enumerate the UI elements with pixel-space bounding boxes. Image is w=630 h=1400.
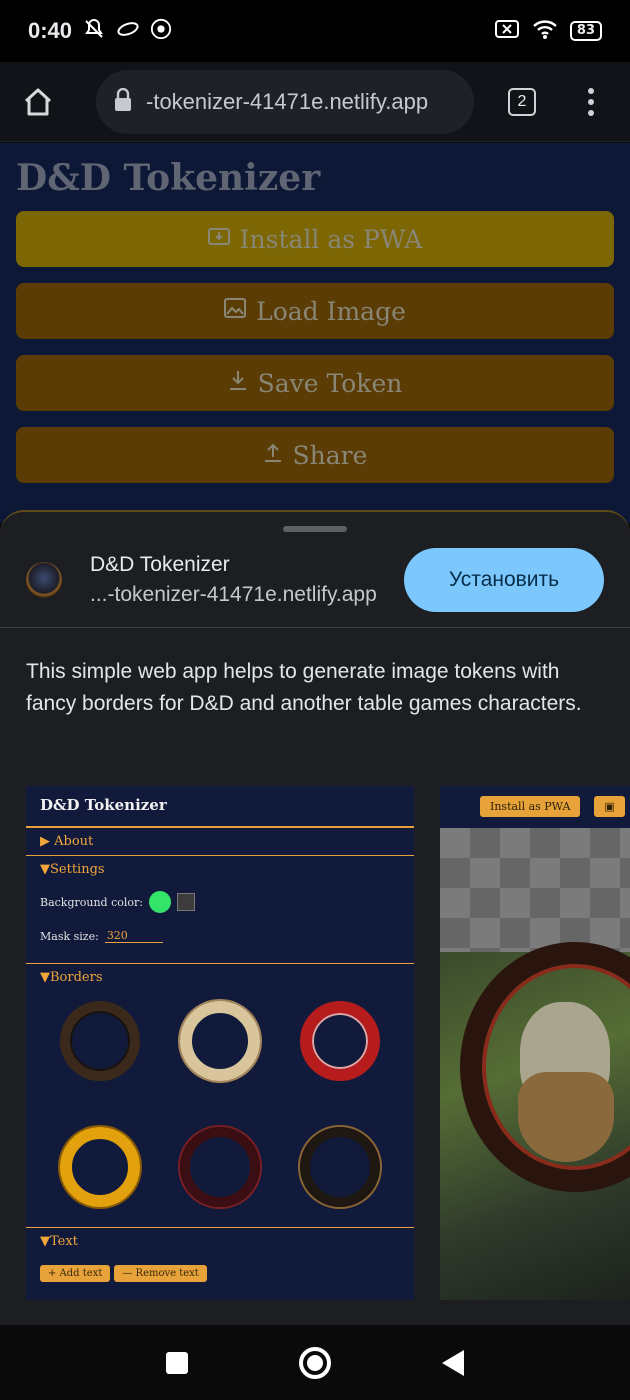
add-text-button: + Add text [40,1265,111,1282]
text-section: ▼Text [26,1227,414,1255]
overflow-menu-icon[interactable] [586,87,596,116]
mini-install-button: Install as PWA [480,795,581,817]
border-ring-ivory [180,1001,260,1081]
color-swatch-green [149,891,171,913]
app-description: This simple web app helps to generate im… [26,660,582,715]
borders-section: ▼Borders [40,970,103,985]
chrome-icon [150,18,172,45]
status-bar: 0:40 83 [0,0,630,62]
lock-icon[interactable] [114,87,132,116]
border-grid [26,991,414,1217]
mask-size-row: Mask size: 320 [26,921,414,964]
install-button[interactable]: Установить [404,547,604,612]
install-pwa-label: Install as PWA [239,224,423,254]
sim-off-icon [494,18,520,45]
screenshot-token-preview[interactable]: Install as PWA ▣ [440,786,630,1300]
home-icon[interactable] [18,82,58,122]
background-color-row: Background color: [26,883,414,921]
screenshot-title: D&D Tokenizer [26,786,414,828]
about-section: ▶ About [26,828,414,856]
mute-icon [82,17,106,46]
load-image-label: Load Image [256,296,406,326]
upload-icon [263,441,283,469]
recents-button[interactable] [165,1351,188,1374]
settings-label: Settings [50,862,105,877]
border-ring-red [300,1001,380,1081]
battery-icon: 83 [569,21,602,41]
status-time: 0:40 [28,18,73,43]
wifi-icon [532,18,558,45]
borders-label: Borders [50,970,103,985]
address-bar[interactable]: -tokenizer-41471e.netlify.app [96,69,474,134]
mask-size-label: Mask size: [40,929,99,943]
app-name: D&D Tokenizer [90,552,230,576]
url-text[interactable]: -tokenizer-41471e.netlify.app [146,89,428,115]
text-label: Text [50,1234,78,1249]
tab-switcher-button[interactable]: 2 [508,87,536,116]
system-nav-bar [0,1325,630,1400]
app-icon [26,561,62,598]
save-token-button[interactable]: Save Token [16,355,614,411]
browser-toolbar: -tokenizer-41471e.netlify.app 2 [0,62,630,142]
page-content: D&D Tokenizer Install as PWA Load Image … [0,143,630,523]
border-ring-dark [300,1127,380,1207]
home-button[interactable] [298,1346,331,1379]
character-portrait [440,942,630,1300]
app-url: ...-tokenizer-41471e.netlify.app [90,582,377,606]
share-button[interactable]: Share [16,427,614,483]
load-image-button[interactable]: Load Image [16,283,614,339]
install-pwa-button[interactable]: Install as PWA [16,211,614,267]
transparent-canvas [440,828,630,952]
border-ring-crimson [180,1127,260,1207]
mask-size-value: 320 [104,929,163,943]
save-token-label: Save Token [257,368,403,398]
screenshot-settings[interactable]: D&D Tokenizer ▶ About ▼Settings Backgrou… [26,786,414,1300]
page-title: D&D Tokenizer [16,157,321,199]
dragon-border-frame [460,942,630,1192]
about-label: About [54,834,94,849]
app-info-row: D&D Tokenizer ...-tokenizer-41471e.netli… [0,532,630,628]
screenshot-carousel[interactable]: D&D Tokenizer ▶ About ▼Settings Backgrou… [26,786,630,1300]
border-ring-gold [60,1127,140,1207]
share-label: Share [292,440,368,470]
remove-text-button: — Remove text [114,1265,207,1282]
settings-section: ▼Settings [40,862,105,877]
mini-image-button: ▣ [594,795,625,817]
color-checkbox [177,893,195,911]
notification-icon [116,17,140,46]
back-button[interactable] [442,1349,465,1376]
install-icon [207,226,230,252]
download-icon [228,369,248,397]
border-ring-dragon [60,1001,140,1081]
image-icon [224,298,247,324]
background-color-label: Background color: [40,895,143,909]
install-bottom-sheet: D&D Tokenizer ...-tokenizer-41471e.netli… [0,510,630,1325]
